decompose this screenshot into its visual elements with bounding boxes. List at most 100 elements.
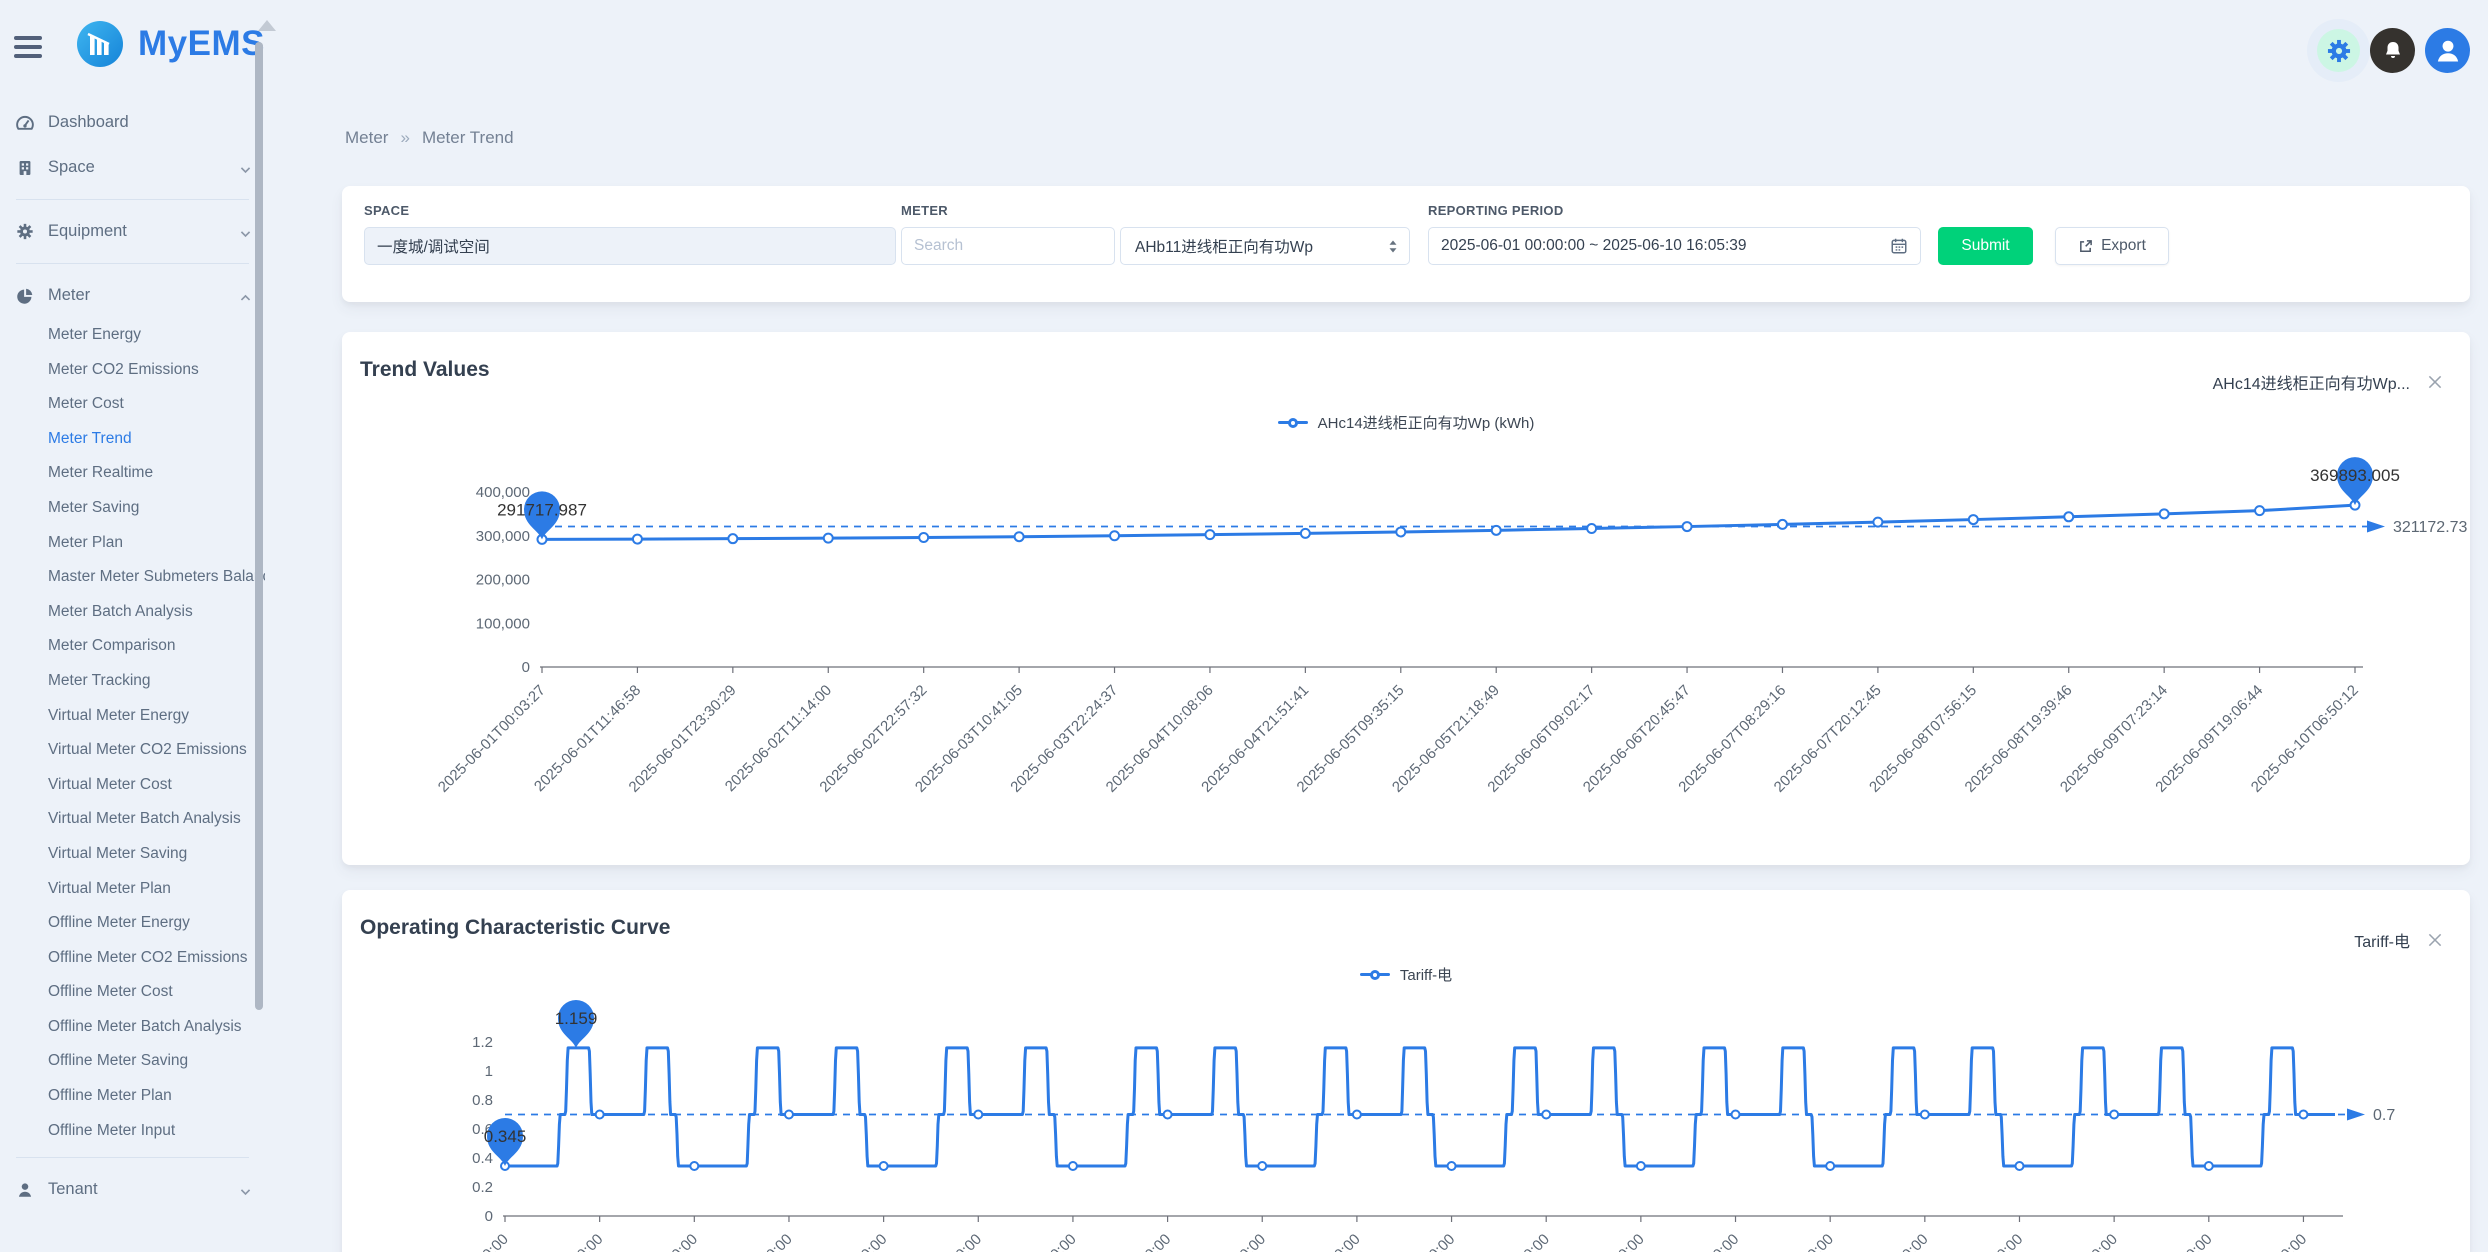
sidebar-item-meter-energy[interactable]: Meter Energy — [0, 318, 265, 353]
topbar-actions — [2317, 28, 2470, 73]
close-icon[interactable] — [2426, 373, 2444, 391]
data-point-marker — [2064, 512, 2073, 521]
sidebar-divider — [16, 1157, 249, 1158]
data-point-marker — [596, 1111, 604, 1119]
breadcrumb-current[interactable]: Meter Trend — [422, 128, 514, 148]
export-button[interactable]: Export — [2055, 227, 2169, 265]
occ-legend[interactable]: Tariff-电 — [342, 964, 2470, 985]
data-point-marker — [2299, 1111, 2307, 1119]
sidebar-item-meter-cost[interactable]: Meter Cost — [0, 387, 265, 422]
x-tick-label: 2025-06-08T07:56:15 — [1866, 682, 1980, 796]
x-tick-label: 2025-06-01T23:30:29 — [626, 682, 740, 796]
sidebar-item-equipment[interactable]: Equipment — [0, 209, 265, 254]
x-tick-label: 2025-06-05T09:35:15 — [1294, 682, 1408, 796]
data-point-marker — [1301, 529, 1310, 538]
x-tick-label: 2025-06-07T20:12:45 — [1771, 682, 1885, 796]
bell-icon — [2381, 39, 2405, 63]
breadcrumb-parent[interactable]: Meter — [345, 128, 388, 148]
sidebar-item-meter[interactable]: Meter — [0, 273, 265, 318]
x-tick-label: 2025-06-10T06:50:12 — [2248, 682, 2362, 796]
sidebar-item-offline-meter-co2-emissions[interactable]: Offline Meter CO2 Emissions — [0, 941, 265, 976]
sidebar-item-meter-tracking[interactable]: Meter Tracking — [0, 664, 265, 699]
sidebar-item-offline-meter-batch-analysis[interactable]: Offline Meter Batch Analysis — [0, 1010, 265, 1045]
sidebar-item-meter-batch-analysis[interactable]: Meter Batch Analysis — [0, 595, 265, 630]
sidebar-item-meter-trend[interactable]: Meter Trend — [0, 422, 265, 457]
settings-button[interactable] — [2317, 29, 2360, 72]
chevron-down-icon — [239, 1184, 251, 1196]
trend-card-tab: AHc14进线柜正向有功Wp... — [2213, 370, 2444, 394]
data-point-marker — [2110, 1111, 2118, 1119]
x-tick-label: 2025-06-01T00:03:27 — [435, 682, 549, 796]
submit-button[interactable]: Submit — [1938, 227, 2033, 265]
y-tick-label: 0 — [522, 659, 530, 676]
sidebar-item-tenant[interactable]: Tenant — [0, 1167, 265, 1212]
occ-legend-label: Tariff-电 — [1400, 964, 1452, 985]
sidebar-scroll-up-icon[interactable] — [258, 20, 276, 31]
x-tick-label: 2025-06-03T22:24:37 — [1007, 682, 1121, 796]
meter-select[interactable]: AHb11进线柜正向有功Wp — [1120, 227, 1410, 265]
x-tick-label: 2025-06-04T21:51:41 — [1198, 682, 1312, 796]
sidebar-item-meter-co2-emissions[interactable]: Meter CO2 Emissions — [0, 353, 265, 388]
average-arrow-icon — [2367, 520, 2385, 532]
notifications-button[interactable] — [2370, 28, 2415, 73]
series-line — [505, 1048, 2335, 1166]
data-point-marker — [1969, 515, 1978, 524]
data-point-marker — [728, 534, 737, 543]
sidebar-item-virtual-meter-cost[interactable]: Virtual Meter Cost — [0, 768, 265, 803]
sidebar-item-dashboard[interactable]: Dashboard — [0, 100, 265, 145]
occ-tab-label[interactable]: Tariff-电 — [2354, 928, 2410, 952]
data-point-marker — [1448, 1162, 1456, 1170]
trend-tab-label[interactable]: AHc14进线柜正向有功Wp... — [2213, 370, 2410, 394]
trend-chart[interactable]: 0100,000200,000300,000400,0002025-06-01T… — [362, 440, 2468, 860]
y-tick-label: 1 — [485, 1063, 493, 1080]
sidebar-item-offline-meter-cost[interactable]: Offline Meter Cost — [0, 975, 265, 1010]
sidebar-item-meter-plan[interactable]: Meter Plan — [0, 526, 265, 561]
sidebar-item-space[interactable]: Space — [0, 145, 265, 190]
x-tick-label: 2025-06-05T21:18:49 — [1389, 682, 1503, 796]
sidebar-item-offline-meter-plan[interactable]: Offline Meter Plan — [0, 1079, 265, 1114]
x-tick-label: 2025-06-06T09:02:17 — [1484, 682, 1598, 796]
markpoint-pin: 369893.005 — [2310, 457, 2400, 505]
data-point-marker — [1873, 518, 1882, 527]
sidebar-item-virtual-meter-co2-emissions[interactable]: Virtual Meter CO2 Emissions — [0, 733, 265, 768]
sidebar-item-virtual-meter-batch-analysis[interactable]: Virtual Meter Batch Analysis — [0, 802, 265, 837]
meter-search-input[interactable] — [901, 227, 1115, 265]
data-point-marker — [824, 534, 833, 543]
operating-curve-card: Operating Characteristic Curve Tariff-电 … — [342, 890, 2470, 1252]
menu-toggle-icon[interactable] — [14, 36, 44, 63]
breadcrumb: Meter » Meter Trend — [345, 128, 514, 148]
pie-icon — [16, 287, 34, 305]
sidebar-item-meter-saving[interactable]: Meter Saving — [0, 491, 265, 526]
tariff-chart[interactable]: 00.20.40.60.811.22025-06-01T00:00:002025… — [362, 990, 2468, 1252]
legend-line-marker-icon — [1360, 973, 1390, 977]
close-icon[interactable] — [2426, 931, 2444, 949]
account-button[interactable] — [2425, 28, 2470, 73]
sidebar-item-virtual-meter-energy[interactable]: Virtual Meter Energy — [0, 699, 265, 734]
space-input[interactable] — [364, 227, 896, 265]
chevron-up-icon — [239, 290, 251, 302]
trend-legend[interactable]: AHc14进线柜正向有功Wp (kWh) — [342, 412, 2470, 433]
data-point-marker — [1353, 1111, 1361, 1119]
chevron-down-icon — [239, 162, 251, 174]
sidebar-item-offline-meter-saving[interactable]: Offline Meter Saving — [0, 1044, 265, 1079]
sidebar-item-master-meter-submeters-balance[interactable]: Master Meter Submeters Balance — [0, 560, 265, 595]
sidebar-item-virtual-meter-plan[interactable]: Virtual Meter Plan — [0, 872, 265, 907]
gear-icon — [16, 223, 34, 241]
reporting-period-input[interactable]: 2025-06-01 00:00:00 ~ 2025-06-10 16:05:3… — [1428, 227, 1921, 265]
sidebar-scrollbar[interactable] — [255, 42, 263, 1010]
sidebar-item-meter-comparison[interactable]: Meter Comparison — [0, 629, 265, 664]
data-point-marker — [880, 1162, 888, 1170]
user-icon — [16, 1181, 34, 1199]
sidebar-item-meter-realtime[interactable]: Meter Realtime — [0, 456, 265, 491]
legend-line-marker-icon — [1278, 421, 1308, 425]
markpoint-label: 291717.987 — [497, 500, 587, 519]
gear-icon — [2326, 38, 2352, 64]
average-value-label: 321172.73 — [2393, 519, 2468, 536]
y-tick-label: 100,000 — [476, 615, 530, 632]
data-point-marker — [1587, 524, 1596, 533]
data-point-marker — [1637, 1162, 1645, 1170]
sidebar-item-offline-meter-input[interactable]: Offline Meter Input — [0, 1114, 265, 1149]
sidebar-item-virtual-meter-saving[interactable]: Virtual Meter Saving — [0, 837, 265, 872]
brand-logo[interactable]: MyEMS — [76, 20, 265, 68]
sidebar-item-offline-meter-energy[interactable]: Offline Meter Energy — [0, 906, 265, 941]
